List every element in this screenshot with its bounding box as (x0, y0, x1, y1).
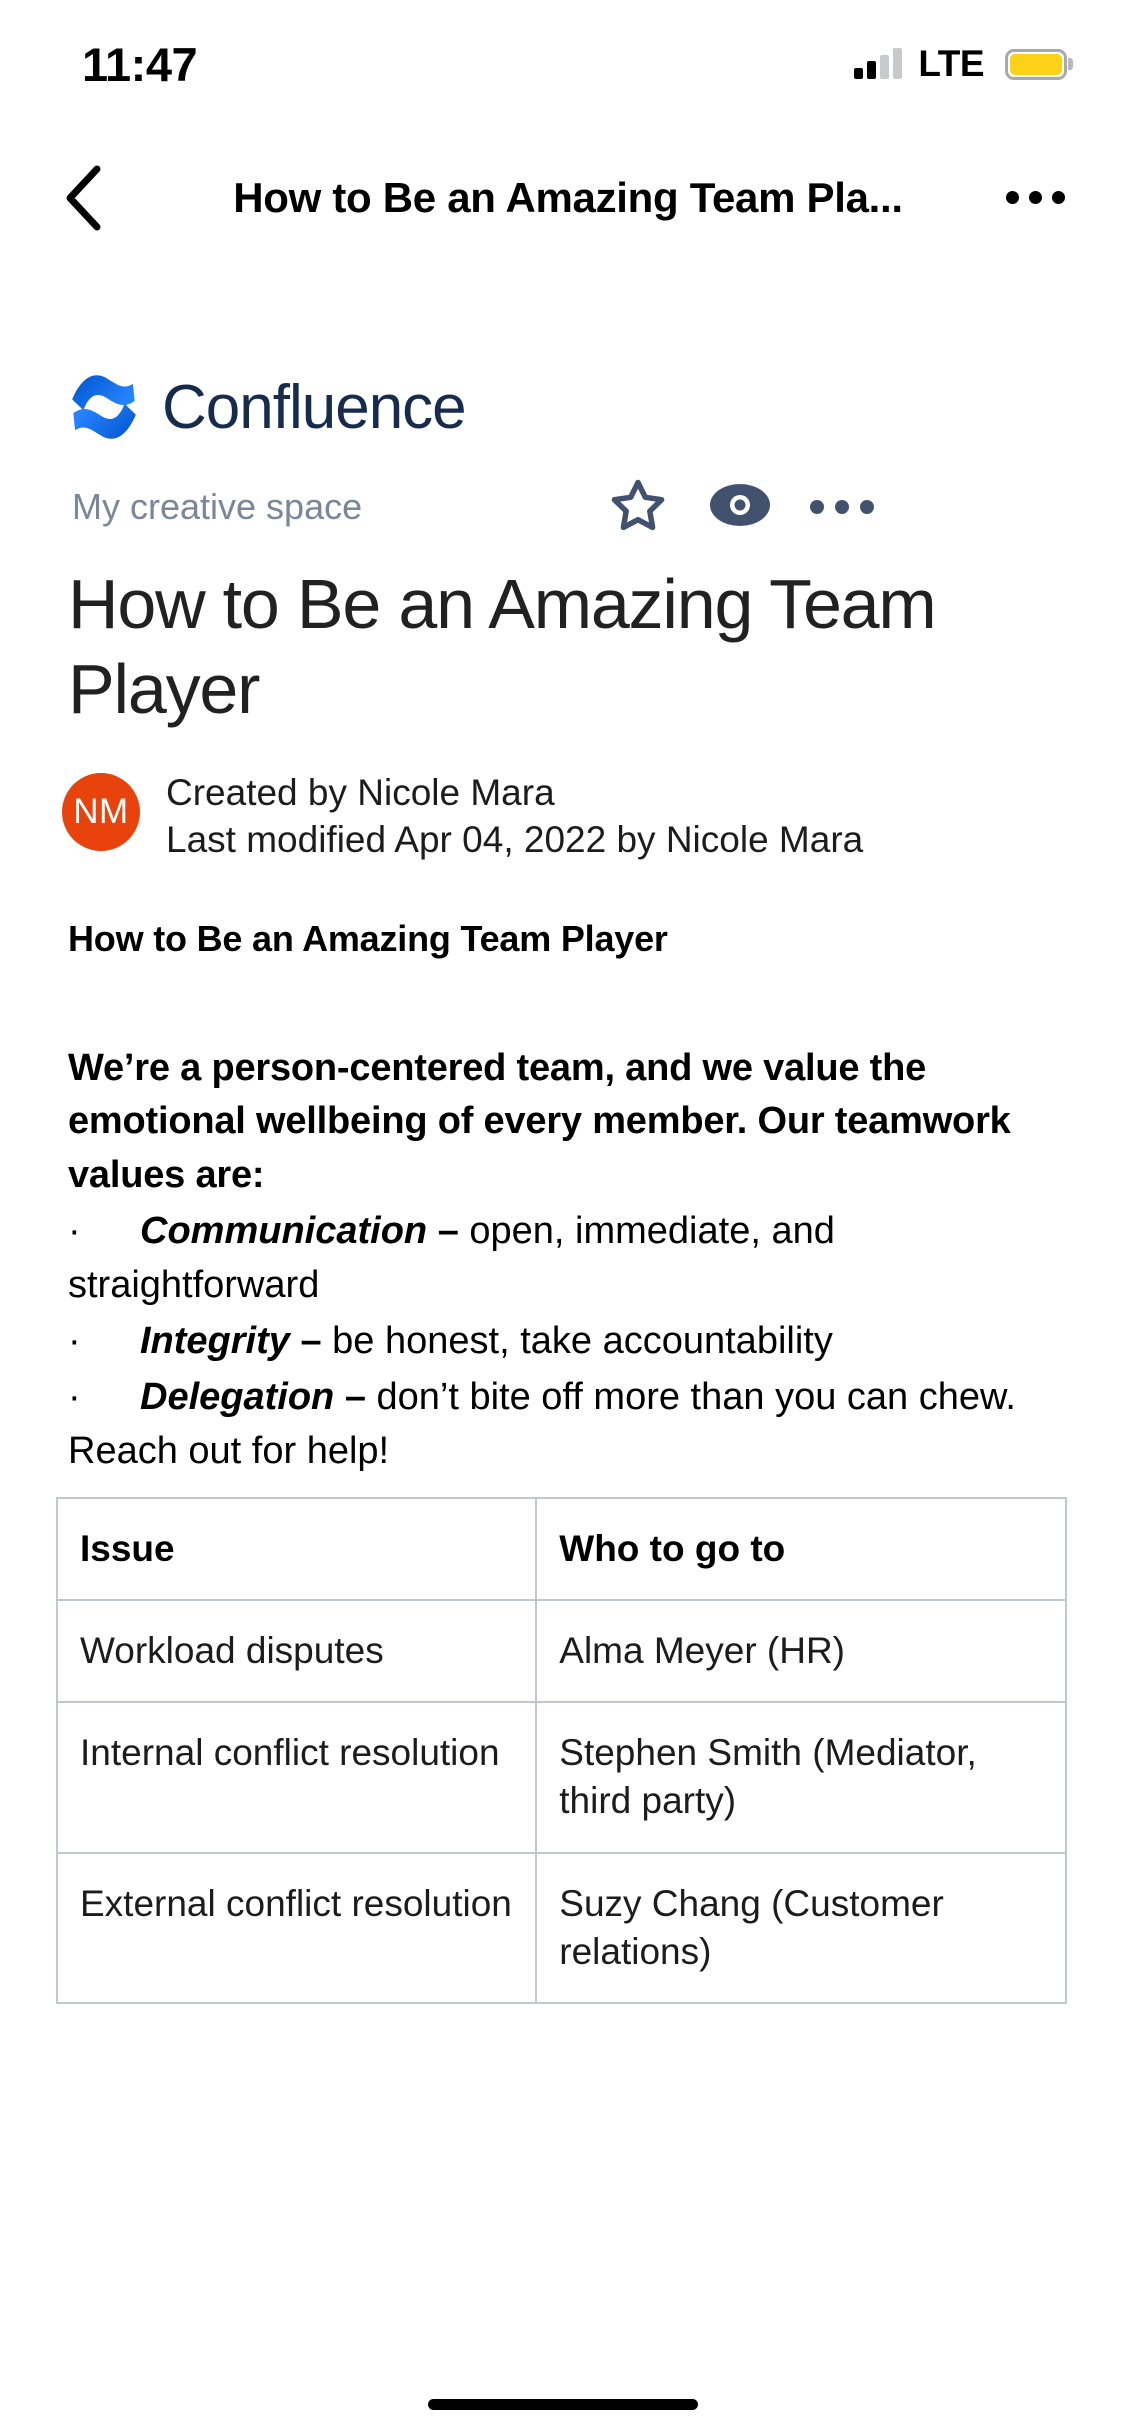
bullet-term: Communication (140, 1210, 427, 1252)
space-row: My creative space (0, 446, 1125, 538)
network-type-label: LTE (918, 43, 984, 85)
cell-issue: External conflict resolution (57, 1853, 536, 2003)
table-row: Workload disputes Alma Meyer (HR) (57, 1600, 1066, 1702)
confluence-brand[interactable]: Confluence (0, 250, 1125, 446)
document-body: How to Be an Amazing Team Player We’re a… (0, 918, 1125, 1480)
cell-contact: Alma Meyer (HR) (536, 1600, 1066, 1702)
cell-issue: Internal conflict resolution (57, 1702, 536, 1852)
phone-screen: 11:47 LTE How to Be an Amazing Team Pla.… (0, 0, 1125, 2436)
page-title-navbar: How to Be an Amazing Team Pla... (198, 174, 938, 222)
byline-text: Created by Nicole Mara Last modified Apr… (166, 769, 863, 864)
list-item: ·Integrity – be honest, take accountabil… (68, 1315, 1077, 1369)
eye-icon (709, 482, 771, 533)
back-button[interactable] (48, 163, 118, 233)
confluence-logo-icon (68, 368, 140, 446)
home-indicator[interactable] (428, 2399, 698, 2410)
cell-contact: Stephen Smith (Mediator, third party) (536, 1702, 1066, 1852)
more-options-button[interactable] (1006, 191, 1065, 204)
bullet-text: be honest, take accountability (332, 1320, 833, 1362)
cell-contact: Suzy Chang (Customer relations) (536, 1853, 1066, 2003)
column-header-issue: Issue (57, 1498, 536, 1600)
table-wrapper: Issue Who to go to Workload disputes Alm… (0, 1479, 1125, 2004)
battery-low-power-icon (1005, 49, 1067, 80)
star-button[interactable] (607, 476, 669, 538)
bullet-term: Delegation (140, 1376, 334, 1418)
status-time: 11:47 (82, 37, 197, 92)
table-header-row: Issue Who to go to (57, 1498, 1066, 1600)
space-actions (607, 476, 873, 538)
intro-paragraph: We’re a person-centered team, and we val… (68, 1042, 1077, 1204)
status-indicators: LTE (854, 43, 1067, 85)
table-row: Internal conflict resolution Stephen Smi… (57, 1702, 1066, 1852)
avatar[interactable]: NM (62, 773, 140, 851)
confluence-brand-label: Confluence (162, 372, 466, 443)
space-more-button[interactable] (811, 476, 873, 538)
chevron-left-icon (63, 165, 103, 231)
signal-bars-icon (854, 49, 902, 79)
issue-contact-table: Issue Who to go to Workload disputes Alm… (56, 1497, 1067, 2004)
table-row: External conflict resolution Suzy Chang … (57, 1853, 1066, 2003)
bullet-marker: · (68, 1315, 140, 1369)
watch-button[interactable] (709, 476, 771, 538)
bullet-dash: – (345, 1376, 366, 1418)
bullet-dash: – (300, 1320, 321, 1362)
space-name-link[interactable]: My creative space (72, 486, 362, 528)
star-icon (610, 478, 666, 537)
bullet-marker: · (68, 1205, 140, 1259)
list-item: ·Delegation – don’t bite off more than y… (68, 1371, 1077, 1479)
byline: NM Created by Nicole Mara Last modified … (0, 733, 1125, 864)
created-by-text: Created by Nicole Mara (166, 769, 863, 816)
page-title: How to Be an Amazing Team Player (0, 538, 1125, 733)
list-item: ·Communication – open, immediate, and st… (68, 1205, 1077, 1313)
column-header-who: Who to go to (536, 1498, 1066, 1600)
more-horizontal-icon (1006, 191, 1019, 204)
cell-issue: Workload disputes (57, 1600, 536, 1702)
status-bar: 11:47 LTE (0, 0, 1125, 100)
last-modified-text: Last modified Apr 04, 2022 by Nicole Mar… (166, 816, 863, 863)
document-heading: How to Be an Amazing Team Player (68, 918, 1077, 960)
bullet-term: Integrity (140, 1320, 290, 1362)
more-horizontal-icon (810, 500, 874, 514)
bullet-marker: · (68, 1371, 140, 1425)
navigation-bar: How to Be an Amazing Team Pla... (0, 145, 1125, 250)
bullet-dash: – (438, 1210, 459, 1252)
page-content: Confluence My creative space (0, 250, 1125, 2004)
